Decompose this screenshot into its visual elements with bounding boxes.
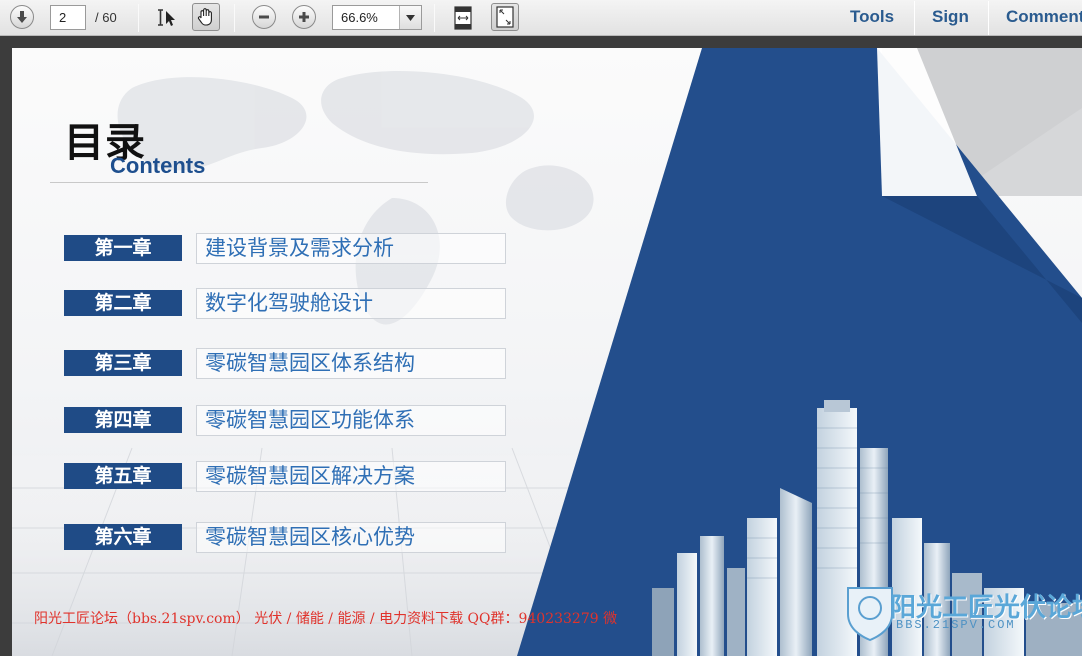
chapter-tag: 第五章: [64, 463, 182, 489]
zoom-value: 66.6%: [341, 10, 378, 25]
chapter-tag: 第二章: [64, 290, 182, 316]
fit-page-button[interactable]: [449, 4, 477, 32]
page-number-input[interactable]: 2: [50, 5, 86, 30]
page-subtitle: Contents: [110, 153, 206, 178]
chapter-tag: 第三章: [64, 350, 182, 376]
chapter-item[interactable]: 第六章 零碳智慧园区核心优势: [64, 522, 506, 553]
chapter-title: 数字化驾驶舱设计: [196, 288, 506, 319]
zoom-in-icon: [299, 12, 309, 22]
chapter-title: 零碳智慧园区体系结构: [196, 348, 506, 379]
page-total: / 60: [95, 10, 117, 25]
hand-tool-button[interactable]: [192, 3, 220, 31]
menu-divider: [988, 1, 989, 35]
hand-icon: [197, 8, 212, 26]
chapter-tag: 第六章: [64, 524, 182, 550]
toolbar-divider: [138, 4, 139, 32]
fit-page-icon: [454, 6, 472, 30]
zoom-select[interactable]: 66.6%: [332, 5, 422, 30]
document-viewer[interactable]: 目录 Contents 第一章 建设背景及需求分析 第二章 数字化驾驶舱设计 第…: [0, 37, 1082, 656]
zoom-in-button[interactable]: [292, 5, 316, 29]
forum-logo-url: BBS.21SPV.COM: [896, 618, 1016, 632]
toolbar-divider: [234, 4, 235, 32]
chapter-tag: 第一章: [64, 235, 182, 261]
chapter-title: 零碳智慧园区核心优势: [196, 522, 506, 553]
chapter-title: 零碳智慧园区解决方案: [196, 461, 506, 492]
tools-menu[interactable]: Tools: [850, 0, 894, 34]
next-page-button[interactable]: [10, 5, 34, 29]
full-screen-button[interactable]: [491, 3, 519, 31]
zoom-dropdown-button[interactable]: [399, 6, 421, 29]
chevron-down-icon: [406, 14, 415, 21]
chapter-item[interactable]: 第二章 数字化驾驶舱设计: [64, 288, 506, 319]
pdf-page: 目录 Contents 第一章 建设背景及需求分析 第二章 数字化驾驶舱设计 第…: [12, 48, 1082, 656]
select-text-icon: [158, 9, 175, 26]
watermark-footer: 阳光工匠论坛（bbs.21spv.com） 光伏 / 储能 / 能源 / 电力资…: [34, 611, 618, 627]
chapter-tag: 第四章: [64, 407, 182, 433]
comment-menu[interactable]: Comment: [1006, 0, 1082, 34]
title-divider: [50, 182, 428, 183]
toolbar: 2 / 60 66.6% Tools Sign Comment: [0, 0, 1082, 36]
chapter-title: 零碳智慧园区功能体系: [196, 405, 506, 436]
menu-divider: [914, 1, 915, 35]
select-tool-button[interactable]: [153, 4, 181, 32]
fullscreen-icon: [496, 6, 514, 28]
arrow-down-icon: [17, 11, 27, 23]
chapter-title: 建设背景及需求分析: [196, 233, 506, 264]
chapter-item[interactable]: 第一章 建设背景及需求分析: [64, 233, 506, 264]
toolbar-divider: [434, 4, 435, 32]
sign-menu[interactable]: Sign: [932, 0, 969, 34]
chapter-item[interactable]: 第四章 零碳智慧园区功能体系: [64, 405, 506, 436]
zoom-out-icon: [259, 15, 269, 19]
chapter-item[interactable]: 第五章 零碳智慧园区解决方案: [64, 461, 506, 492]
chapter-item[interactable]: 第三章 零碳智慧园区体系结构: [64, 348, 506, 379]
zoom-out-button[interactable]: [252, 5, 276, 29]
